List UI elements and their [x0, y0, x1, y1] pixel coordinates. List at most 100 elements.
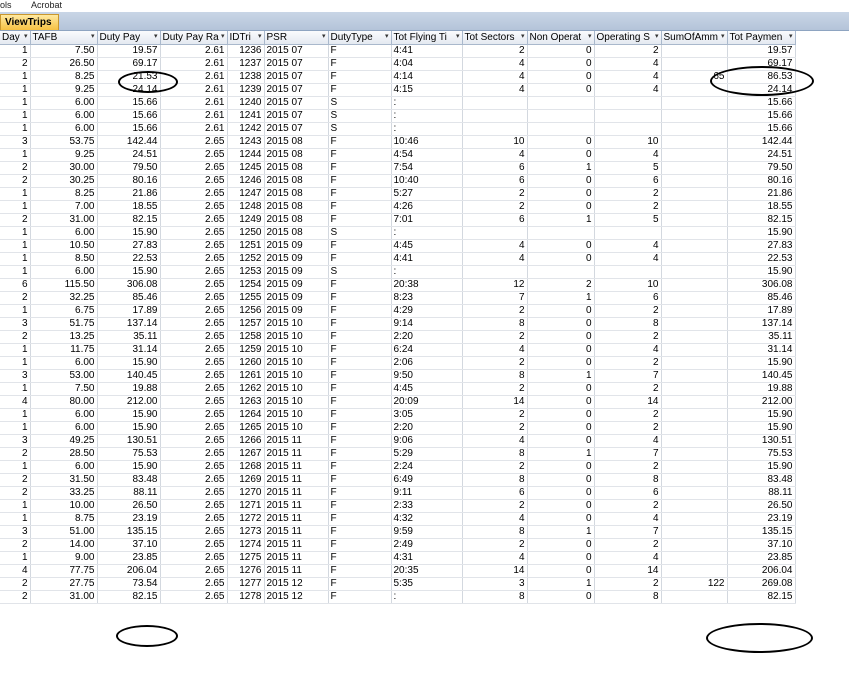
cell-tot-sectors[interactable]: 2	[462, 304, 528, 318]
cell-sumofamm[interactable]: 65	[661, 70, 728, 84]
cell-operating-s[interactable]: 4	[594, 252, 662, 266]
cell-tot-paymen[interactable]: 130.51	[727, 434, 796, 448]
cell-tafb[interactable]: 77.75	[30, 564, 98, 578]
cell-duty-pay[interactable]: 15.90	[97, 356, 161, 370]
cell-idtri[interactable]: 1252	[227, 252, 265, 266]
cell-dutytype[interactable]: F	[328, 213, 392, 227]
filter-dropdown-icon[interactable]: ▾	[521, 32, 525, 40]
cell-day[interactable]: 3	[0, 525, 31, 539]
cell-tot-paymen[interactable]: 83.48	[727, 473, 796, 487]
cell-operating-s[interactable]: 4	[594, 57, 662, 71]
table-row[interactable]: 1 10.00 26.50 2.65 1271 2015 11 F 2:33 2 0 2 26.50	[0, 499, 796, 513]
cell-dutytype[interactable]: F	[328, 460, 392, 474]
table-row[interactable]: 1 7.50 19.57 2.61 1236 2015 07 F 4:41 2 0 2 19.57	[0, 44, 796, 58]
cell-tafb[interactable]: 6.75	[30, 304, 98, 318]
cell-tot-sectors[interactable]: 8	[462, 369, 528, 383]
cell-dutytype[interactable]: F	[328, 395, 392, 409]
cell-sumofamm[interactable]	[661, 135, 728, 149]
cell-tot-paymen[interactable]: 15.66	[727, 96, 796, 110]
cell-idtri[interactable]: 1253	[227, 265, 265, 279]
cell-tot-paymen[interactable]: 306.08	[727, 278, 796, 292]
cell-tafb[interactable]: 31.50	[30, 473, 98, 487]
cell-duty-pay[interactable]: 37.10	[97, 538, 161, 552]
cell-dutytype[interactable]: F	[328, 369, 392, 383]
cell-tot-sectors[interactable]: 4	[462, 551, 528, 565]
cell-tafb[interactable]: 53.00	[30, 369, 98, 383]
cell-operating-s[interactable]: 4	[594, 434, 662, 448]
cell-duty-pay-ra[interactable]: 2.65	[160, 317, 228, 331]
cell-tot-paymen[interactable]: 15.90	[727, 356, 796, 370]
table-row[interactable]: 1 9.00 23.85 2.65 1275 2015 11 F 4:31 4 0 4 23.85	[0, 551, 796, 565]
cell-idtri[interactable]: 1246	[227, 174, 265, 188]
cell-idtri[interactable]: 1251	[227, 239, 265, 253]
cell-psr[interactable]: 2015 08	[264, 135, 329, 149]
cell-tot-paymen[interactable]: 19.88	[727, 382, 796, 396]
cell-tot-paymen[interactable]: 37.10	[727, 538, 796, 552]
cell-tot-flying-ti[interactable]: 4:41	[391, 252, 463, 266]
cell-dutytype[interactable]: F	[328, 577, 392, 591]
table-row[interactable]: 2 31.00 82.15 2.65 1278 2015 12 F:8 0 8 82.15	[0, 590, 796, 604]
cell-non-operat[interactable]: 0	[527, 473, 595, 487]
cell-tot-flying-ti[interactable]: :	[391, 226, 463, 240]
cell-non-operat[interactable]	[527, 109, 595, 123]
cell-sumofamm[interactable]	[661, 161, 728, 175]
cell-operating-s[interactable]: 2	[594, 460, 662, 474]
table-row[interactable]: 1 9.25 24.14 2.61 1239 2015 07 F 4:15 4 0 4 24.14	[0, 83, 796, 97]
cell-dutytype[interactable]: S	[328, 96, 392, 110]
menu-item-tools[interactable]: ols	[0, 0, 12, 11]
cell-duty-pay[interactable]: 75.53	[97, 447, 161, 461]
cell-idtri[interactable]: 1236	[227, 44, 265, 58]
cell-psr[interactable]: 2015 07	[264, 57, 329, 71]
cell-tot-paymen[interactable]: 137.14	[727, 317, 796, 331]
cell-tot-flying-ti[interactable]: 8:23	[391, 291, 463, 305]
cell-psr[interactable]: 2015 11	[264, 473, 329, 487]
cell-non-operat[interactable]: 1	[527, 369, 595, 383]
cell-tot-flying-ti[interactable]: 2:20	[391, 421, 463, 435]
cell-duty-pay-ra[interactable]: 2.61	[160, 122, 228, 136]
cell-psr[interactable]: 2015 10	[264, 330, 329, 344]
cell-tot-paymen[interactable]: 80.16	[727, 174, 796, 188]
cell-duty-pay-ra[interactable]: 2.65	[160, 304, 228, 318]
cell-tot-flying-ti[interactable]: 2:33	[391, 499, 463, 513]
cell-day[interactable]: 1	[0, 122, 31, 136]
cell-day[interactable]: 1	[0, 408, 31, 422]
filter-dropdown-icon[interactable]: ▾	[721, 32, 725, 40]
cell-duty-pay[interactable]: 137.14	[97, 317, 161, 331]
cell-psr[interactable]: 2015 08	[264, 200, 329, 214]
cell-day[interactable]: 2	[0, 174, 31, 188]
cell-day[interactable]: 2	[0, 473, 31, 487]
cell-dutytype[interactable]: F	[328, 239, 392, 253]
cell-idtri[interactable]: 1267	[227, 447, 265, 461]
cell-tafb[interactable]: 8.50	[30, 252, 98, 266]
cell-tafb[interactable]: 26.50	[30, 57, 98, 71]
cell-psr[interactable]: 2015 10	[264, 421, 329, 435]
cell-duty-pay[interactable]: 21.86	[97, 187, 161, 201]
table-row[interactable]: 6 115.50 306.08 2.65 1254 2015 09 F 20:38 12 2 10 3…	[0, 278, 796, 292]
column-header-idtri[interactable]: ▾ IDTri	[227, 31, 265, 45]
cell-sumofamm[interactable]	[661, 213, 728, 227]
cell-tot-flying-ti[interactable]: 6:49	[391, 473, 463, 487]
cell-duty-pay[interactable]: 82.15	[97, 213, 161, 227]
cell-duty-pay-ra[interactable]: 2.65	[160, 538, 228, 552]
cell-idtri[interactable]: 1277	[227, 577, 265, 591]
cell-operating-s[interactable]: 4	[594, 512, 662, 526]
cell-dutytype[interactable]: F	[328, 343, 392, 357]
cell-duty-pay-ra[interactable]: 2.65	[160, 278, 228, 292]
cell-psr[interactable]: 2015 10	[264, 356, 329, 370]
cell-sumofamm[interactable]	[661, 434, 728, 448]
cell-duty-pay-ra[interactable]: 2.65	[160, 213, 228, 227]
table-row[interactable]: 2 32.25 85.46 2.65 1255 2015 09 F 8:23 7 1 6 85.46	[0, 291, 796, 305]
cell-psr[interactable]: 2015 10	[264, 343, 329, 357]
cell-duty-pay[interactable]: 306.08	[97, 278, 161, 292]
cell-non-operat[interactable]: 0	[527, 252, 595, 266]
cell-tot-paymen[interactable]: 23.19	[727, 512, 796, 526]
cell-tot-sectors[interactable]: 6	[462, 161, 528, 175]
cell-tot-sectors[interactable]: 8	[462, 447, 528, 461]
cell-sumofamm[interactable]	[661, 239, 728, 253]
cell-idtri[interactable]: 1269	[227, 473, 265, 487]
cell-psr[interactable]: 2015 10	[264, 408, 329, 422]
cell-non-operat[interactable]: 1	[527, 577, 595, 591]
cell-day[interactable]: 1	[0, 96, 31, 110]
cell-idtri[interactable]: 1247	[227, 187, 265, 201]
cell-duty-pay-ra[interactable]: 2.65	[160, 226, 228, 240]
